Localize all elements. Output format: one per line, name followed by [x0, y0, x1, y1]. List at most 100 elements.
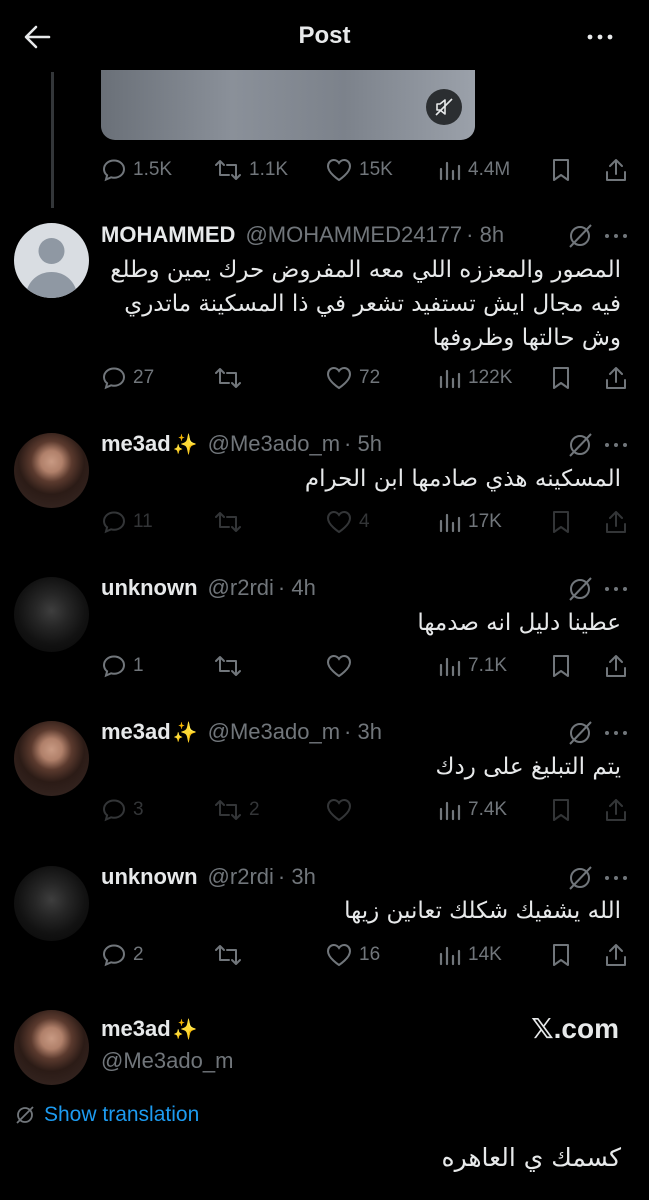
post-time[interactable]: · 8h — [466, 222, 504, 248]
reply-button[interactable]: 1 — [101, 651, 144, 681]
bookmark-icon — [553, 511, 569, 533]
view-count: 122K — [468, 367, 513, 388]
repost-icon — [215, 945, 241, 965]
video-thumbnail[interactable] — [101, 70, 475, 140]
author-line: me3ad ✨ @Me3ado_m · 5h — [101, 431, 382, 457]
views-button[interactable]: 7.1K — [438, 651, 507, 681]
author-name[interactable]: MOHAMMED — [101, 222, 235, 248]
author-handle[interactable]: @r2rdi — [208, 575, 274, 601]
reply-button[interactable]: 11 — [101, 507, 153, 537]
more-dots-icon[interactable] — [603, 435, 629, 455]
views-button[interactable]: 14K — [438, 940, 502, 970]
reply-button[interactable]: 1.5K — [101, 155, 172, 185]
main-post-actions: 1.5K 1.1K 15K 4.4M — [101, 155, 631, 185]
avatar[interactable] — [14, 433, 89, 508]
bookmark-button[interactable] — [550, 155, 572, 185]
views-button[interactable]: 17K — [438, 507, 502, 537]
muted-speaker-icon[interactable] — [426, 89, 462, 125]
reply-button[interactable]: 3 — [101, 795, 144, 825]
post-time[interactable]: · 5h — [344, 431, 382, 457]
grok-icon[interactable] — [566, 431, 594, 459]
like-button[interactable]: 72 — [325, 363, 380, 393]
reply-button[interactable]: 27 — [101, 363, 154, 393]
author-line: me3ad ✨ — [101, 1016, 198, 1042]
bookmark-button[interactable] — [550, 795, 572, 825]
repost-icon — [215, 800, 241, 820]
views-icon — [439, 946, 461, 966]
post-time[interactable]: · 4h — [278, 575, 316, 601]
repost-button[interactable] — [213, 363, 243, 393]
reply-button[interactable]: 2 — [101, 940, 144, 970]
author-line: MOHAMMED @MOHAMMED24177 · 8h — [101, 222, 504, 248]
more-dots-icon[interactable] — [603, 579, 629, 599]
repost-button[interactable]: 2 — [213, 795, 260, 825]
repost-button[interactable] — [213, 507, 243, 537]
views-button[interactable]: 7.4K — [438, 795, 507, 825]
views-button[interactable]: 4.4M — [438, 155, 510, 185]
bookmark-button[interactable] — [550, 507, 572, 537]
more-dots-icon[interactable] — [603, 723, 629, 743]
reply-count: 1.5K — [133, 159, 173, 180]
more-dots-icon[interactable] — [603, 868, 629, 888]
share-button[interactable] — [604, 795, 628, 825]
bookmark-icon — [553, 655, 569, 677]
avatar[interactable] — [14, 866, 89, 941]
post-time[interactable]: · 3h — [344, 719, 382, 745]
author-name[interactable]: me3ad — [101, 719, 171, 745]
share-button[interactable] — [604, 155, 628, 185]
views-icon — [439, 657, 461, 677]
share-button[interactable] — [604, 363, 628, 393]
author-handle[interactable]: @Me3ado_m — [208, 719, 340, 745]
reply-icon — [102, 159, 126, 182]
view-count: 7.1K — [468, 655, 508, 676]
author-handle[interactable]: @r2rdi — [208, 864, 274, 890]
page-title: Post — [298, 22, 351, 49]
share-icon — [606, 159, 626, 181]
view-count: 7.4K — [468, 799, 508, 820]
reply-icon — [102, 799, 126, 822]
author-name[interactable]: unknown — [101, 864, 198, 890]
grok-icon[interactable] — [566, 222, 594, 250]
avatar[interactable] — [14, 577, 89, 652]
repost-button[interactable] — [213, 940, 243, 970]
avatar[interactable] — [14, 1010, 89, 1085]
like-button[interactable]: 15K — [325, 155, 393, 185]
reply-text: عطينا دليل انه صدمها — [417, 610, 621, 636]
like-button[interactable]: 4 — [325, 507, 370, 537]
thread-line — [51, 72, 54, 208]
avatar[interactable] — [14, 223, 89, 298]
grok-icon[interactable] — [566, 575, 594, 603]
bookmark-button[interactable] — [550, 940, 572, 970]
more-dots-icon[interactable] — [603, 226, 629, 246]
author-handle[interactable]: @Me3ado_m — [208, 431, 340, 457]
views-icon — [439, 513, 461, 533]
author-name[interactable]: me3ad — [101, 431, 171, 457]
post-time[interactable]: · 3h — [278, 864, 316, 890]
like-button[interactable] — [325, 795, 353, 825]
like-count: 16 — [359, 944, 381, 965]
like-button[interactable]: 16 — [325, 940, 380, 970]
repost-button[interactable]: 1.1K — [213, 155, 288, 185]
repost-button[interactable] — [213, 651, 243, 681]
author-handle-line: @Me3ado_m — [101, 1048, 233, 1074]
show-translation-link[interactable]: Show translation — [14, 1103, 199, 1127]
bookmark-button[interactable] — [550, 651, 572, 681]
more-dots-icon[interactable] — [585, 25, 615, 49]
bookmark-button[interactable] — [550, 363, 572, 393]
reply-actions: 11 4 17K — [101, 507, 631, 537]
grok-icon[interactable] — [566, 864, 594, 892]
share-button[interactable] — [604, 940, 628, 970]
author-handle[interactable]: @Me3ado_m — [101, 1048, 233, 1074]
author-name[interactable]: me3ad — [101, 1016, 171, 1042]
share-button[interactable] — [604, 507, 628, 537]
grok-icon — [16, 1106, 34, 1124]
views-button[interactable]: 122K — [438, 363, 512, 393]
author-name[interactable]: unknown — [101, 575, 198, 601]
like-button[interactable] — [325, 651, 353, 681]
author-handle[interactable]: @MOHAMMED24177 — [245, 222, 462, 248]
share-icon — [606, 655, 626, 677]
avatar[interactable] — [14, 721, 89, 796]
reply-icon — [102, 511, 126, 534]
share-button[interactable] — [604, 651, 628, 681]
grok-icon[interactable] — [566, 719, 594, 747]
